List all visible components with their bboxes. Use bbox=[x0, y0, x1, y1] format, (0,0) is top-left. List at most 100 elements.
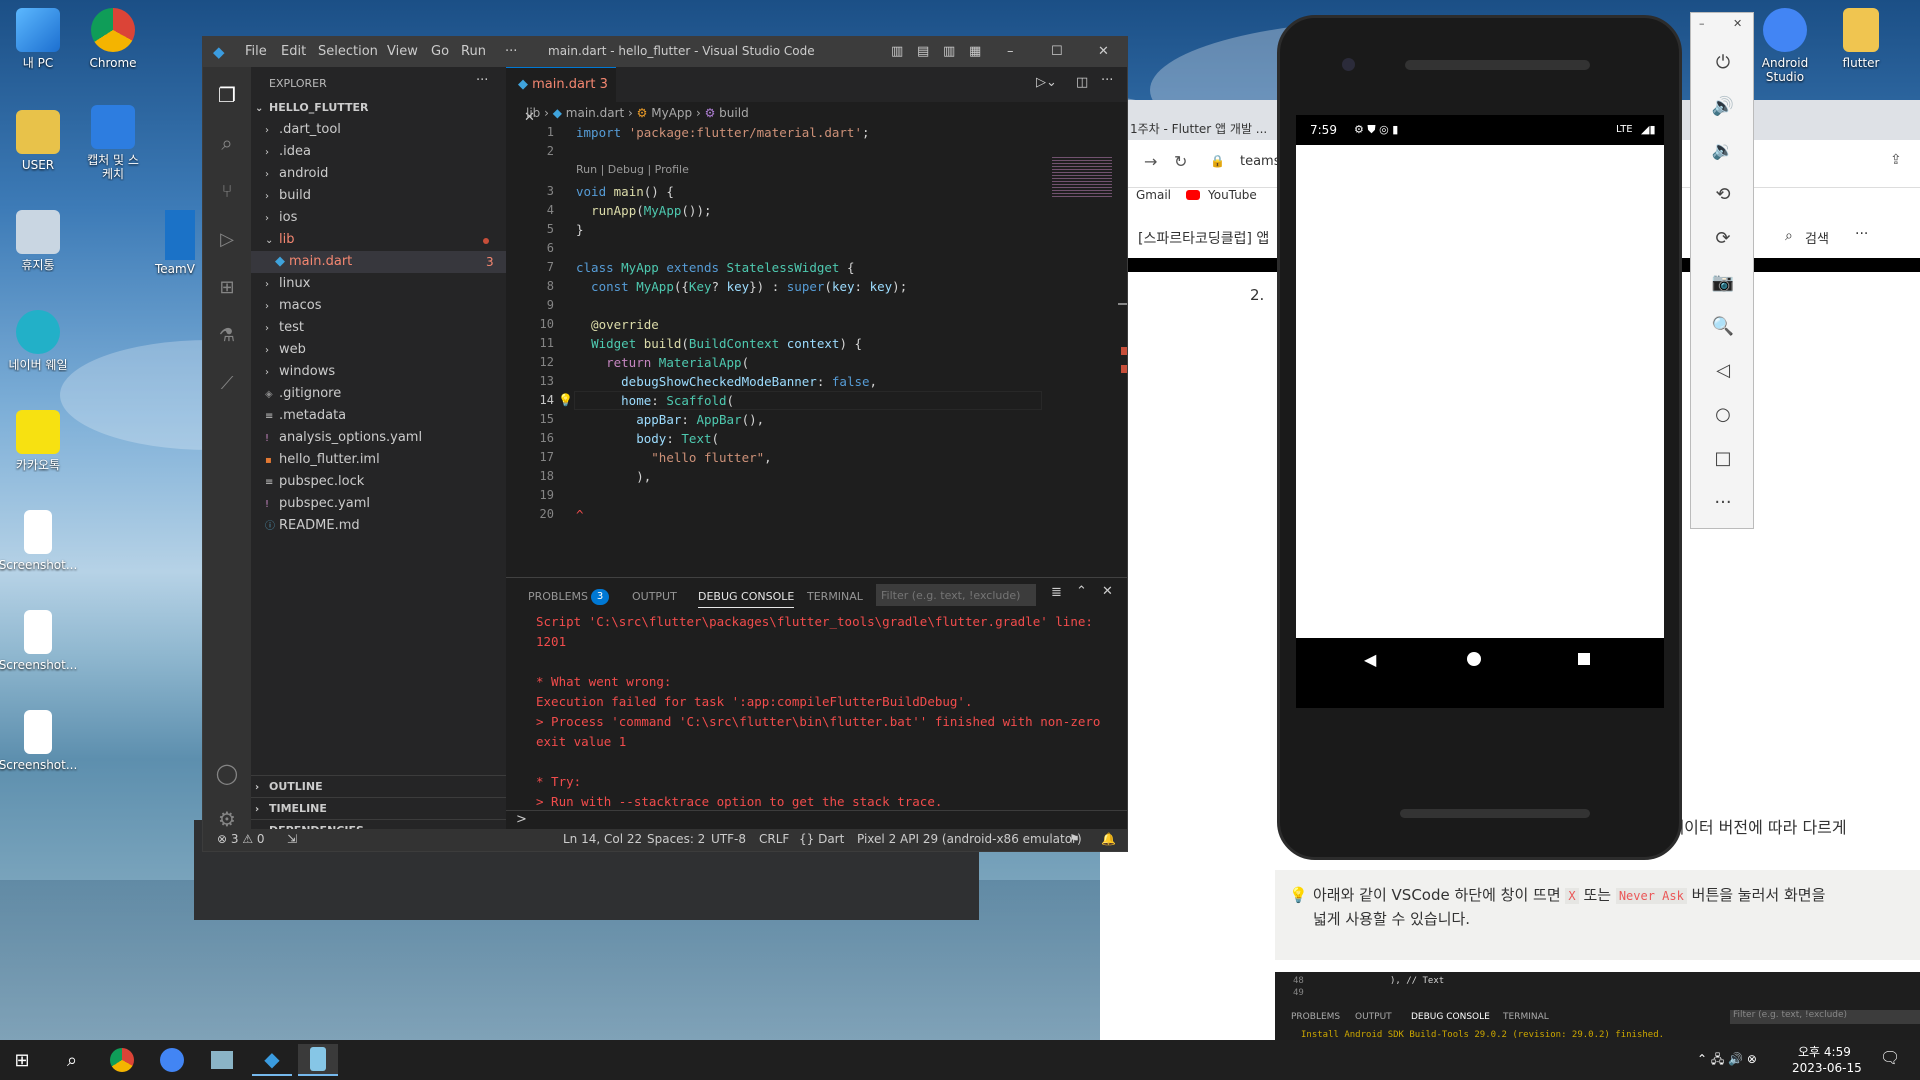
device-selector[interactable]: Pixel 2 API 29 (android-x86 emulator) bbox=[857, 832, 1082, 846]
home-icon[interactable]: ○ bbox=[1707, 398, 1739, 430]
code-line[interactable]: } bbox=[576, 220, 584, 239]
code-line[interactable]: "hello flutter", bbox=[576, 448, 771, 467]
layout-sidebar-icon[interactable]: ▥ bbox=[891, 44, 903, 59]
testing-icon[interactable]: ⚗ bbox=[211, 319, 243, 351]
tree-item[interactable]: ⓘ README.md bbox=[251, 515, 506, 537]
forward-icon[interactable]: → bbox=[1144, 152, 1157, 171]
notification-center-icon[interactable]: 🗨 bbox=[1880, 1048, 1900, 1067]
minimize-icon[interactable]: – bbox=[1699, 17, 1705, 30]
code-line[interactable]: home: Scaffold( bbox=[576, 391, 734, 410]
code-line[interactable]: class MyApp extends StatelessWidget { bbox=[576, 258, 854, 277]
line-ending[interactable]: CRLF bbox=[759, 832, 789, 846]
back-icon[interactable]: ◁ bbox=[1707, 354, 1739, 386]
clock-date[interactable]: 2023-06-15 bbox=[1792, 1061, 1862, 1075]
filter-input[interactable] bbox=[876, 584, 1036, 606]
maximize-panel-icon[interactable]: ⌃ bbox=[1076, 584, 1087, 599]
bookmark-gmail[interactable]: Gmail bbox=[1136, 188, 1171, 202]
taskbar-search-icon[interactable]: ⌕ bbox=[52, 1044, 92, 1076]
nav-home-icon[interactable] bbox=[1467, 652, 1481, 666]
desktop-icon-kakaotalk[interactable]: 카카오톡 bbox=[0, 410, 83, 472]
tree-item[interactable]: › windows bbox=[251, 361, 506, 383]
search-icon[interactable]: ⌕ bbox=[1785, 228, 1793, 244]
breadcrumb[interactable]: lib › ◆ main.dart › ⚙ MyApp › ⚙ build bbox=[526, 106, 749, 120]
desktop-icon-screenshot-3[interactable]: Screenshot... bbox=[0, 710, 83, 772]
code-line[interactable]: const MyApp({Key? key}) : super(key: key… bbox=[576, 277, 907, 296]
more-actions-icon[interactable]: ··· bbox=[1101, 73, 1113, 88]
code-line[interactable]: debugShowCheckedModeBanner: false, bbox=[576, 372, 877, 391]
section-timeline[interactable]: › TIMELINE bbox=[251, 797, 506, 819]
nav-back-icon[interactable]: ◀ bbox=[1364, 650, 1376, 669]
volume-up-icon[interactable]: 🔊 bbox=[1707, 90, 1739, 122]
tree-item[interactable]: › web bbox=[251, 339, 506, 361]
zoom-icon[interactable]: 🔍 bbox=[1707, 310, 1739, 342]
share-icon[interactable]: ⇪ bbox=[1890, 152, 1902, 168]
overview-icon[interactable]: □ bbox=[1707, 442, 1739, 474]
more-icon[interactable]: ··· bbox=[1855, 226, 1868, 242]
tab-debug-console[interactable]: DEBUG CONSOLE bbox=[698, 590, 795, 608]
minimize-button[interactable]: – bbox=[1007, 44, 1014, 59]
camera-icon[interactable]: 📷 bbox=[1707, 266, 1739, 298]
notifications-bell-icon[interactable]: 🔔 bbox=[1101, 832, 1116, 846]
language-mode[interactable]: {} Dart bbox=[799, 832, 844, 846]
minimap[interactable] bbox=[1052, 157, 1112, 197]
menu-file[interactable]: File bbox=[245, 44, 267, 59]
tab-problems[interactable]: PROBLEMS bbox=[528, 590, 588, 603]
tree-item[interactable]: › linux bbox=[251, 273, 506, 295]
tree-item[interactable]: › .dart_tool bbox=[251, 119, 506, 141]
cursor-position[interactable]: Ln 14, Col 22 bbox=[563, 832, 642, 846]
search-icon[interactable]: ⌕ bbox=[211, 127, 243, 159]
extensions-icon[interactable]: ⊞ bbox=[211, 271, 243, 303]
code-line[interactable]: return MaterialApp( bbox=[576, 353, 749, 372]
source-control-icon[interactable]: ⑂ bbox=[211, 175, 243, 207]
tree-item[interactable]: › test bbox=[251, 317, 506, 339]
explorer-more-icon[interactable]: ··· bbox=[476, 73, 488, 88]
browser-tab[interactable]: 1주차 - Flutter 앱 개발 ... bbox=[1130, 120, 1267, 137]
more-icon[interactable]: ··· bbox=[1707, 486, 1739, 518]
code-line[interactable]: ), bbox=[576, 467, 651, 486]
desktop-icon-snip-sketch[interactable]: 캡처 및 스케치 bbox=[68, 105, 158, 181]
code-line[interactable]: runApp(MyApp()); bbox=[576, 201, 711, 220]
tree-item[interactable]: ! pubspec.yaml bbox=[251, 493, 506, 515]
maximize-button[interactable]: ☐ bbox=[1051, 44, 1063, 59]
menu-selection[interactable]: Selection bbox=[318, 44, 378, 59]
taskbar-android-studio-icon[interactable] bbox=[152, 1044, 192, 1076]
tree-item-lib[interactable]: ⌄ lib bbox=[251, 229, 506, 251]
rotate-right-icon[interactable]: ⟳ bbox=[1707, 222, 1739, 254]
code-line[interactable]: @override bbox=[576, 315, 659, 334]
run-debug-icon[interactable]: ▷ bbox=[211, 223, 243, 255]
menu-go[interactable]: Go bbox=[431, 44, 449, 59]
tray-icons[interactable]: ⌃ 🖧 🔊 ⊗ bbox=[1697, 1050, 1757, 1071]
teamviewer-icon[interactable] bbox=[165, 210, 195, 260]
close-panel-icon[interactable]: ✕ bbox=[1102, 584, 1113, 599]
tab-output[interactable]: OUTPUT bbox=[632, 590, 677, 603]
bookmark-youtube[interactable]: YouTube bbox=[1208, 188, 1257, 202]
tree-item[interactable]: › android bbox=[251, 163, 506, 185]
search-label[interactable]: 검색 bbox=[1805, 228, 1829, 247]
reload-icon[interactable]: ↻ bbox=[1174, 152, 1187, 171]
menu-run[interactable]: Run bbox=[461, 44, 486, 59]
taskbar-vscode-icon[interactable]: ◆ bbox=[252, 1044, 292, 1076]
accounts-icon[interactable]: ◯ bbox=[211, 757, 243, 789]
tree-item[interactable]: › macos bbox=[251, 295, 506, 317]
tree-item[interactable]: ▪ hello_flutter.iml bbox=[251, 449, 506, 471]
tree-item[interactable]: › .idea bbox=[251, 141, 506, 163]
tree-item[interactable]: ! analysis_options.yaml bbox=[251, 427, 506, 449]
live-share-icon[interactable]: ⇲ bbox=[287, 832, 297, 846]
encoding[interactable]: UTF-8 bbox=[711, 832, 746, 846]
menu-more[interactable]: ··· bbox=[505, 44, 517, 59]
tab-terminal[interactable]: TERMINAL bbox=[807, 590, 863, 603]
section-dependencies[interactable]: ›DEPENDENCIES bbox=[251, 819, 506, 837]
desktop-icon-screenshot-2[interactable]: Screenshot... bbox=[0, 610, 83, 672]
customize-layout-icon[interactable]: ▦ bbox=[969, 44, 981, 59]
section-outline[interactable]: › OUTLINE bbox=[251, 775, 506, 797]
volume-down-icon[interactable]: 🔉 bbox=[1707, 134, 1739, 166]
code-line[interactable]: void main() { bbox=[576, 182, 674, 201]
run-icon[interactable]: ▷⌄ bbox=[1036, 75, 1057, 90]
clock-time[interactable]: 오후 4:59 bbox=[1798, 1043, 1851, 1060]
tree-item[interactable]: › build bbox=[251, 185, 506, 207]
explorer-icon[interactable]: ❐ bbox=[211, 79, 243, 111]
nav-recents-icon[interactable] bbox=[1578, 653, 1590, 665]
split-editor-icon[interactable]: ◫ bbox=[1076, 75, 1088, 90]
feedback-icon[interactable]: ⚑ bbox=[1069, 832, 1080, 846]
close-button[interactable]: ✕ bbox=[1098, 44, 1109, 59]
